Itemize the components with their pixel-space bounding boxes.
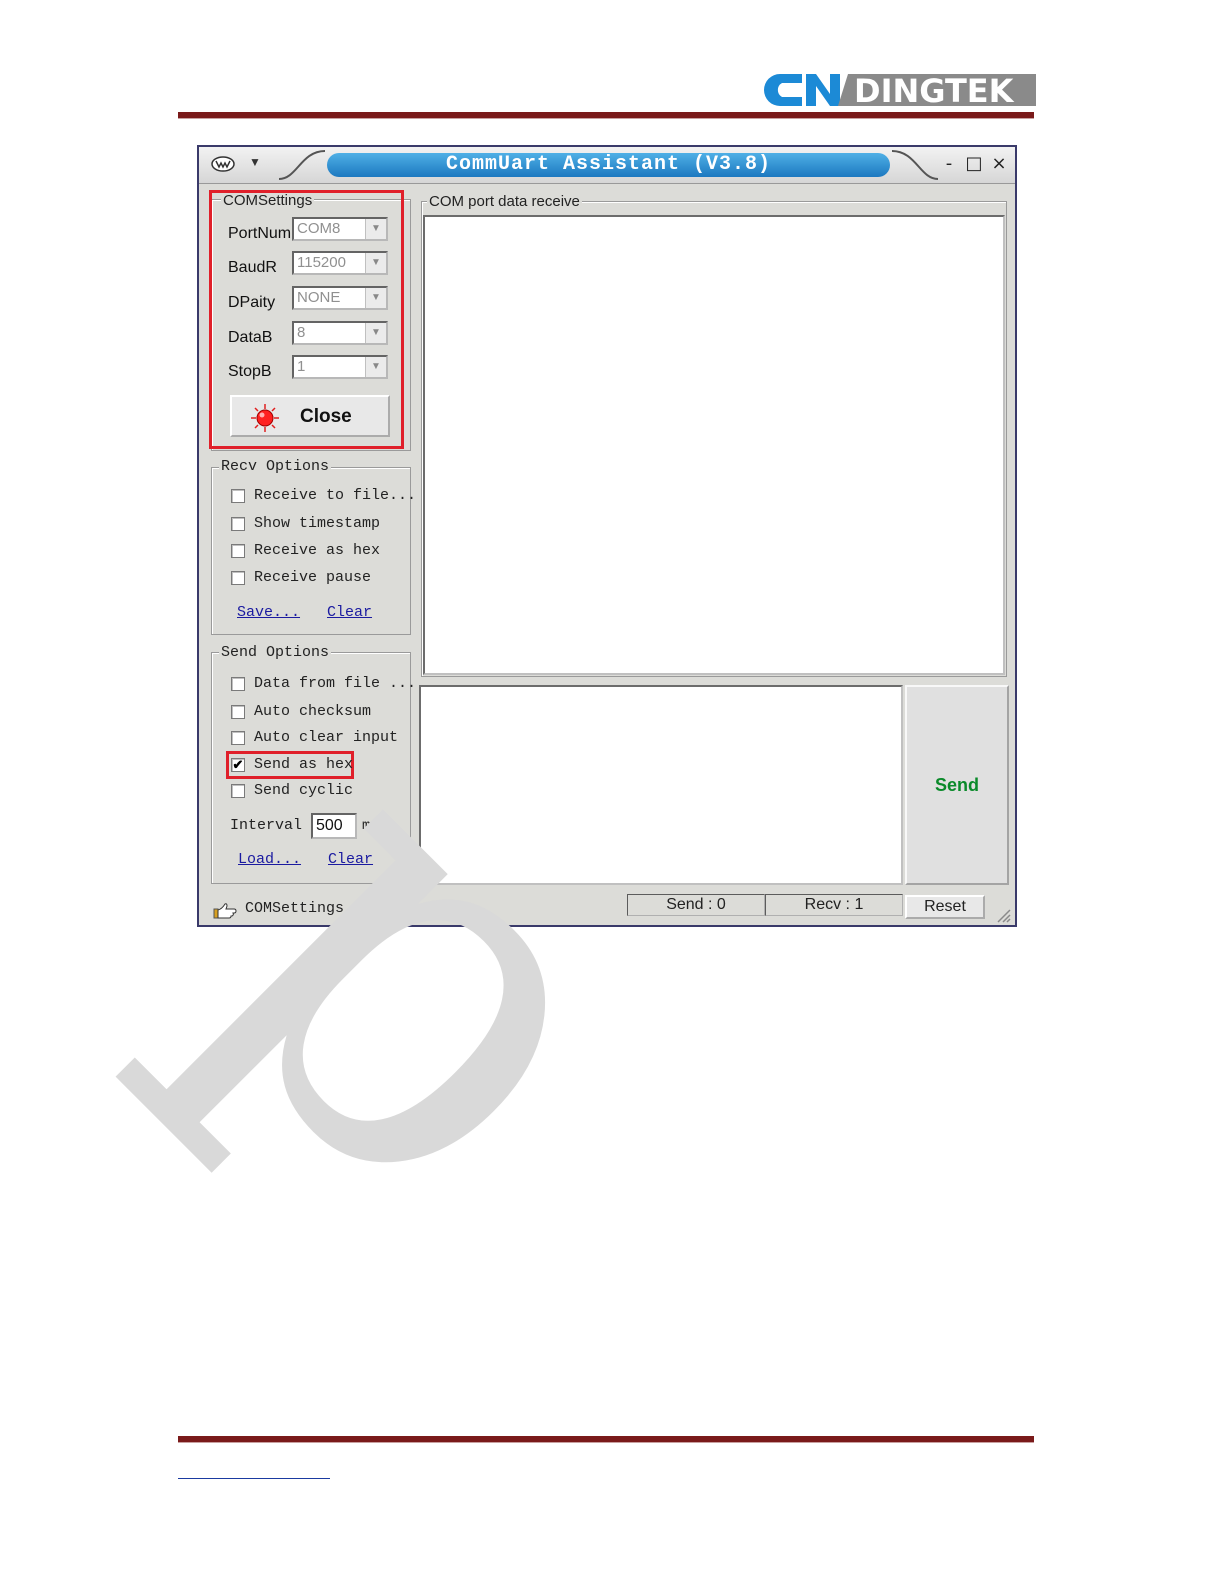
show-timestamp-checkbox[interactable]: [231, 517, 245, 531]
window-title: CommUart Assistant (V3.8): [445, 153, 772, 176]
stopb-label: StopB: [228, 363, 272, 380]
recv-count: Recv : 1: [765, 894, 903, 916]
auto-clear-input-checkbox[interactable]: [231, 731, 245, 745]
title-curve-left: [278, 150, 326, 180]
send-clear-link[interactable]: Clear: [328, 851, 373, 868]
datab-value: 8: [297, 324, 306, 341]
send-as-hex-checkbox[interactable]: ✔: [231, 758, 245, 772]
portnum-label: PortNum: [228, 225, 292, 242]
interval-label: Interval: [230, 817, 303, 834]
dropdown-arrow-icon[interactable]: ▼: [249, 155, 261, 169]
maximize-button[interactable]: □: [964, 153, 984, 175]
baudr-label: BaudR: [228, 259, 277, 276]
auto-clear-input-label: Auto clear input: [254, 729, 399, 746]
send-button[interactable]: Send: [905, 685, 1009, 885]
send-textarea[interactable]: [419, 685, 903, 885]
receive-to-file-checkbox[interactable]: [231, 489, 245, 503]
dpaity-value: NONE: [297, 289, 341, 306]
recv-clear-link[interactable]: Clear: [327, 604, 372, 621]
save-link[interactable]: Save...: [237, 604, 300, 621]
receive-as-hex-checkbox[interactable]: [231, 544, 245, 558]
auto-checksum-checkbox[interactable]: [231, 705, 245, 719]
send-cyclic-checkbox[interactable]: [231, 784, 245, 798]
chevron-down-icon[interactable]: ▼: [365, 288, 386, 308]
commuart-window: ▼ CommUart Assistant (V3.8) - □ × COMSet…: [197, 145, 1017, 927]
chevron-down-icon[interactable]: ▼: [365, 323, 386, 343]
dingtek-logo: DINGTEK: [764, 72, 1036, 110]
status-label: COMSettings: [245, 900, 345, 917]
receive-to-file-label: Receive to file...: [254, 487, 417, 504]
header-rule: [178, 112, 1034, 119]
send-button-label: Send: [934, 775, 979, 795]
dpaity-select[interactable]: NONE ▼: [292, 286, 388, 310]
logo-text: DINGTEK: [854, 72, 1015, 110]
datab-select[interactable]: 8 ▼: [292, 321, 388, 345]
stopb-select[interactable]: 1 ▼: [292, 355, 388, 379]
footer-link-underline[interactable]: [178, 1474, 330, 1479]
receive-group-label: COM port data receive: [427, 193, 582, 210]
title-bar[interactable]: ▼ CommUart Assistant (V3.8) - □ ×: [199, 147, 1015, 184]
send-options-label: Send Options: [219, 644, 332, 661]
interval-unit: ms: [362, 818, 379, 834]
receive-pause-label: Receive pause: [254, 569, 372, 586]
baudr-select[interactable]: 115200 ▼: [292, 251, 388, 275]
chevron-down-icon[interactable]: ▼: [365, 253, 386, 273]
recv-options-label: Recv Options: [219, 458, 332, 475]
minimize-button[interactable]: -: [939, 153, 959, 175]
portnum-select[interactable]: COM8 ▼: [292, 217, 388, 241]
data-from-file-checkbox[interactable]: [231, 677, 245, 691]
baudr-value: 115200: [297, 254, 346, 271]
close-window-button[interactable]: ×: [989, 153, 1009, 175]
dpaity-label: DPaity: [228, 294, 276, 311]
footer-rule: [178, 1436, 1034, 1443]
close-port-label: Close: [300, 406, 352, 427]
send-cyclic-label: Send cyclic: [254, 782, 354, 799]
interval-input[interactable]: 500: [311, 813, 357, 839]
send-count: Send : 0: [627, 894, 765, 916]
chevron-down-icon[interactable]: ▼: [365, 357, 386, 377]
datab-label: DataB: [228, 329, 273, 346]
red-light-icon: [251, 404, 279, 432]
data-from-file-label: Data from file ...: [254, 675, 417, 692]
chevron-down-icon[interactable]: ▼: [365, 219, 386, 239]
receive-textarea[interactable]: [423, 215, 1005, 675]
hand-pointer-icon: [213, 903, 237, 919]
stopb-value: 1: [297, 358, 306, 375]
app-menu-icon[interactable]: [211, 155, 235, 173]
resize-grip-icon[interactable]: [995, 907, 1011, 923]
reset-button[interactable]: Reset: [905, 895, 985, 919]
close-port-button[interactable]: Close: [230, 395, 390, 437]
title-curve-right: [891, 150, 939, 180]
portnum-value: COM8: [297, 220, 341, 237]
load-link[interactable]: Load...: [238, 851, 301, 868]
receive-pause-checkbox[interactable]: [231, 571, 245, 585]
send-as-hex-label: Send as hex: [254, 756, 354, 773]
show-timestamp-label: Show timestamp: [254, 515, 381, 532]
receive-as-hex-label: Receive as hex: [254, 542, 381, 559]
auto-checksum-label: Auto checksum: [254, 703, 372, 720]
